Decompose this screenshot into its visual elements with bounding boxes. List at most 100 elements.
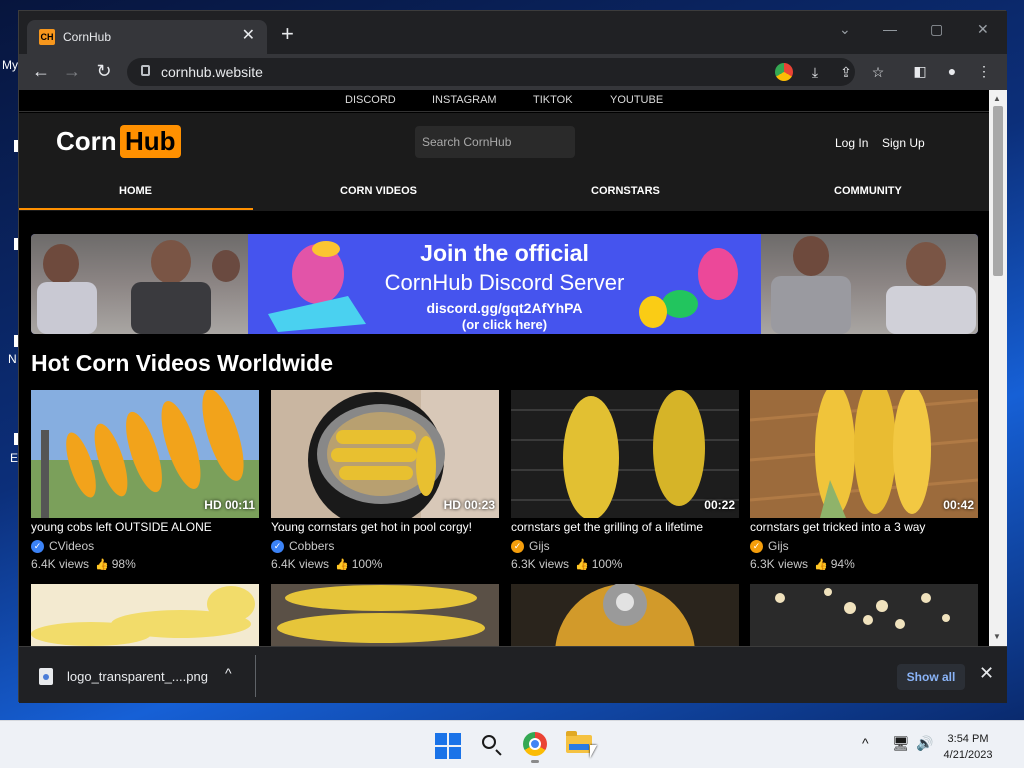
google-lens-icon[interactable] [775, 63, 793, 81]
windows-logo-icon [435, 733, 447, 745]
download-bar: logo_transparent_....png ^ Show all ✕ [19, 646, 1007, 703]
site-search-input[interactable] [415, 126, 575, 158]
view-count: 6.3K views [511, 557, 570, 571]
nav-corn-videos[interactable]: CORN VIDEOS [340, 185, 417, 197]
video-duration: HD 00:23 [443, 498, 495, 512]
image-file-icon [39, 668, 53, 685]
chevron-up-icon[interactable]: ^ [225, 665, 232, 681]
start-button[interactable] [435, 733, 461, 759]
video-title[interactable]: Young cornstars get hot in pool corgy! [271, 520, 472, 534]
rating: 98% [111, 557, 136, 571]
scroll-up-arrow-icon[interactable]: ▲ [993, 94, 1001, 103]
chrome-taskbar-button[interactable] [522, 731, 548, 763]
corn-thumbnail-image[interactable] [511, 582, 739, 646]
maximize-button[interactable]: ▢ [930, 21, 943, 38]
close-download-bar-icon[interactable]: ✕ [979, 663, 994, 684]
back-button[interactable]: ← [30, 60, 52, 82]
favicon-icon: CH [39, 29, 55, 45]
discord-banner[interactable]: Join the official CornHub Discord Server… [31, 234, 978, 334]
social-link-discord[interactable]: DISCORD [345, 94, 396, 106]
show-all-downloads-button[interactable]: Show all [897, 664, 965, 690]
video-title[interactable]: cornstars get tricked into a 3 way [750, 520, 925, 534]
channel-name[interactable]: Gijs [529, 539, 550, 553]
site-logo-accent[interactable]: Hub [120, 125, 181, 158]
video-duration: 00:22 [704, 498, 735, 512]
video-card[interactable]: HD 00:11 young cobs left OUTSIDE ALONE ✓… [31, 390, 259, 580]
channel-name[interactable]: CVideos [49, 539, 94, 553]
video-thumbnail[interactable]: HD 00:23 [271, 390, 499, 518]
search-button[interactable] [478, 731, 504, 757]
install-app-icon[interactable]: ⤓ [806, 63, 824, 81]
video-card[interactable]: 00:22 cornstars get the grilling of a li… [511, 390, 739, 580]
url-text[interactable]: cornhub.website [161, 64, 263, 80]
people-photo-right [771, 236, 976, 334]
rating: 100% [591, 557, 623, 571]
channel-name[interactable]: Cobbers [289, 539, 334, 553]
windows-logo-icon [449, 733, 461, 745]
page-scrollbar[interactable]: ▲ ▼ [989, 90, 1007, 646]
video-card[interactable] [750, 584, 978, 646]
minimize-button[interactable]: — [883, 21, 897, 37]
tab-search-chevron-icon[interactable]: ⌄ [839, 21, 851, 38]
scroll-down-arrow-icon[interactable]: ▼ [993, 632, 1001, 641]
network-icon[interactable]: 🖥 [892, 735, 910, 752]
nav-cornstars[interactable]: CORNSTARS [591, 185, 660, 197]
video-title[interactable]: cornstars get the grilling of a lifetime [511, 520, 703, 534]
tab-strip: CH CornHub ✕ + ⌄ — ▢ ✕ [19, 11, 1007, 54]
active-nav-indicator [19, 208, 253, 210]
scroll-thumb[interactable] [993, 106, 1003, 276]
profile-icon[interactable]: ● [943, 62, 961, 80]
tab-cornhub[interactable]: CH CornHub ✕ [27, 20, 267, 54]
social-link-youtube[interactable]: YOUTUBE [610, 94, 663, 106]
popcorn-thumbnail-image[interactable] [750, 584, 978, 646]
video-title[interactable]: young cobs left OUTSIDE ALONE [31, 520, 212, 534]
desktop-label: N [8, 352, 17, 366]
video-thumbnail[interactable]: HD 00:11 [31, 390, 259, 518]
video-thumbnail[interactable]: 00:22 [511, 390, 739, 518]
nav-home[interactable]: HOME [119, 185, 152, 197]
banner-center: Join the official CornHub Discord Server… [248, 234, 761, 334]
desktop-label: My [2, 58, 18, 72]
video-card[interactable] [31, 584, 259, 646]
side-panel-icon[interactable]: ◧ [911, 62, 929, 80]
tab-close-icon[interactable]: ✕ [242, 27, 255, 45]
banner-cta[interactable]: (or click here) [248, 317, 761, 332]
rating: 94% [830, 557, 855, 571]
lock-icon[interactable] [141, 65, 150, 76]
system-clock[interactable]: 3:54 PM 4/21/2023 [930, 731, 1006, 763]
file-explorer-button[interactable] [566, 731, 592, 757]
address-bar[interactable]: cornhub.website ⤓ ⇪ ☆ [127, 58, 884, 86]
social-link-tiktok[interactable]: TIKTOK [533, 94, 573, 106]
site-logo[interactable]: Corn [56, 126, 117, 157]
menu-kebab-icon[interactable]: ⋮ [975, 62, 993, 80]
channel-name[interactable]: Gijs [768, 539, 789, 553]
social-link-instagram[interactable]: INSTAGRAM [432, 94, 497, 106]
new-tab-button[interactable]: + [281, 23, 294, 45]
verified-check-icon: ✓ [31, 540, 44, 553]
video-card[interactable] [511, 582, 739, 646]
banner-invite-link[interactable]: discord.gg/gqt2AfYhPA [248, 300, 761, 316]
login-link[interactable]: Log In [835, 136, 868, 150]
share-icon[interactable]: ⇪ [837, 63, 855, 81]
download-file-name[interactable]: logo_transparent_....png [67, 669, 208, 684]
video-thumbnail[interactable]: 00:42 [750, 390, 978, 518]
forward-button[interactable]: → [61, 60, 83, 82]
thumbs-up-icon: 👍 [335, 559, 349, 571]
close-window-button[interactable]: ✕ [977, 21, 989, 38]
video-stats: 6.4K views 👍 100% [271, 557, 382, 571]
video-card[interactable]: HD 00:23 Young cornstars get hot in pool… [271, 390, 499, 580]
video-card[interactable]: 00:42 cornstars get tricked into a 3 way… [750, 390, 978, 580]
reload-button[interactable]: ↻ [93, 60, 115, 82]
section-title: Hot Corn Videos Worldwide [31, 350, 333, 376]
corn-thumbnail-image[interactable] [271, 584, 499, 646]
video-stats: 6.4K views 👍 98% [31, 557, 136, 571]
page-viewport: DISCORD INSTAGRAM TIKTOK YOUTUBE Corn Hu… [19, 90, 989, 646]
video-stats: 6.3K views 👍 94% [750, 557, 855, 571]
verified-check-icon: ✓ [750, 540, 763, 553]
corn-thumbnail-image[interactable] [31, 584, 259, 646]
signup-link[interactable]: Sign Up [882, 136, 925, 150]
video-card[interactable] [271, 584, 499, 646]
nav-community[interactable]: COMMUNITY [834, 185, 902, 197]
show-hidden-icons-chevron-icon[interactable]: ^ [862, 735, 869, 751]
bookmark-star-icon[interactable]: ☆ [869, 63, 887, 81]
